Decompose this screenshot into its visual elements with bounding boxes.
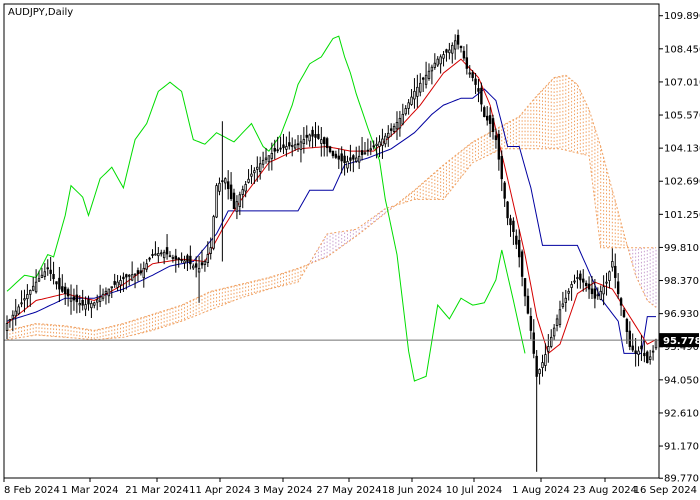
y-tick-label: 107.010 <box>664 77 700 88</box>
chart-canvas[interactable]: 109.890 108.450 107.010 105.570 104.130 102.6… <box>0 0 700 500</box>
x-tick-label: 1 Mar 2024 <box>61 485 118 496</box>
candle <box>483 105 486 118</box>
y-tick-label: 98.370 <box>664 276 699 287</box>
x-tick-label: 10 Jul 2024 <box>446 485 503 496</box>
price-axis: 109.890 108.450 107.010 105.570 104.130 102.6… <box>659 11 700 485</box>
last-price-tag: 95.778 <box>659 333 700 348</box>
y-tick-label: 109.890 <box>664 11 700 22</box>
y-tick-label: 94.050 <box>664 375 699 386</box>
x-tick-label: 18 Jun 2024 <box>382 485 442 496</box>
chart-background <box>0 0 700 500</box>
y-tick-label: 108.450 <box>664 44 700 55</box>
last-price-label: 95.778 <box>663 336 700 347</box>
x-tick-label: 8 Feb 2024 <box>4 485 60 496</box>
y-tick-label: 102.690 <box>664 177 700 188</box>
x-tick-label: 23 Aug 2024 <box>573 485 637 496</box>
y-tick-label: 91.170 <box>664 442 699 453</box>
y-tick-label: 105.570 <box>664 111 700 122</box>
y-tick-label: 92.610 <box>664 408 699 419</box>
candle <box>212 214 215 251</box>
x-tick-label: 21 Mar 2024 <box>125 485 188 496</box>
y-tick-label: 104.130 <box>664 144 700 155</box>
y-tick-label: 96.930 <box>664 309 699 320</box>
candle <box>215 183 218 219</box>
x-tick-label: 3 May 2024 <box>254 485 313 496</box>
chart-window: 109.890 108.450 107.010 105.570 104.130 102.6… <box>0 0 700 500</box>
candle <box>646 350 649 364</box>
x-tick-label: 11 Apr 2024 <box>189 485 251 496</box>
chart-title: AUDJPY,Daily <box>8 7 73 18</box>
x-tick-label: 1 Aug 2024 <box>512 485 570 496</box>
y-tick-label: 99.810 <box>664 243 699 254</box>
x-tick-label: 16 Sep 2024 <box>634 485 697 496</box>
y-tick-label: 101.250 <box>664 210 700 221</box>
x-tick-label: 27 May 2024 <box>316 485 381 496</box>
y-tick-label: 89.770 <box>664 474 699 485</box>
